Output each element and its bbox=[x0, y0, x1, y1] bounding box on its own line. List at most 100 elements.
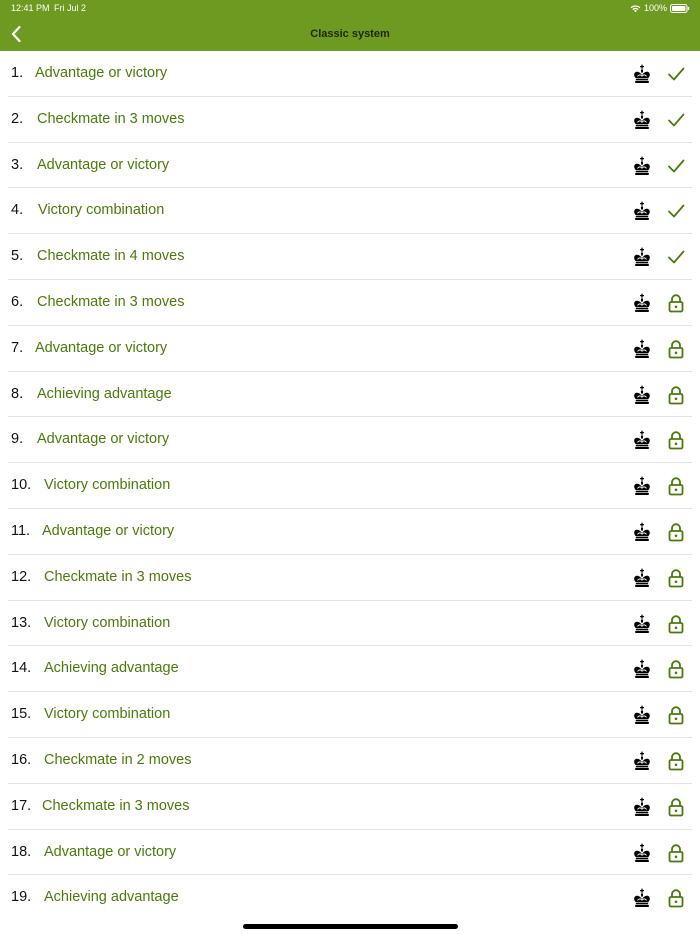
lock-icon bbox=[668, 660, 684, 679]
puzzle-number: 6. bbox=[11, 293, 24, 310]
checkmark-icon bbox=[668, 159, 685, 172]
puzzle-title: Victory combination bbox=[44, 477, 171, 494]
puzzle-row[interactable]: 19. Achieving advantage bbox=[0, 875, 700, 921]
home-indicator bbox=[243, 924, 458, 929]
puzzle-title: Advantage or victory bbox=[35, 339, 168, 356]
puzzle-row[interactable]: 5. Checkmate in 4 moves bbox=[0, 234, 700, 280]
puzzle-row[interactable]: 17. Checkmate in 3 moves bbox=[0, 784, 700, 830]
king-icon bbox=[634, 843, 650, 862]
puzzle-row[interactable]: 12. Checkmate in 3 moves bbox=[0, 555, 700, 601]
puzzle-number: 1. bbox=[11, 65, 24, 81]
lock-icon bbox=[668, 477, 684, 496]
king-icon bbox=[634, 201, 650, 221]
puzzle-title: Achieving advantage bbox=[44, 889, 179, 906]
puzzle-list: 1. Advantage or victory 2. Checkmate in 3 m… bbox=[0, 51, 700, 921]
puzzle-number: 8. bbox=[11, 385, 24, 402]
lock-icon bbox=[668, 706, 684, 725]
king-icon bbox=[634, 247, 650, 267]
puzzle-number: 14. bbox=[11, 660, 32, 677]
lock-icon bbox=[668, 843, 684, 862]
checkmark-icon bbox=[668, 250, 685, 264]
puzzle-title: Achieving advantage bbox=[44, 660, 179, 677]
king-icon bbox=[634, 64, 650, 83]
puzzle-row[interactable]: 11. Advantage or victory bbox=[0, 509, 700, 555]
status-bar: 12:41 PM Fri Jul 2 100% bbox=[0, 0, 700, 17]
battery-percent: 100% bbox=[643, 3, 667, 13]
page-title: Classic system bbox=[310, 28, 390, 40]
king-icon bbox=[634, 110, 650, 129]
king-icon bbox=[634, 659, 650, 679]
puzzle-title: Checkmate in 3 moves bbox=[42, 797, 190, 814]
puzzle-title: Checkmate in 2 moves bbox=[44, 751, 192, 768]
status-time: 12:41 PM bbox=[11, 3, 50, 13]
king-icon bbox=[634, 614, 650, 633]
puzzle-row[interactable]: 14. Achieving advantage bbox=[0, 646, 700, 692]
puzzle-row[interactable]: 4. Victory combination bbox=[0, 188, 700, 234]
king-icon bbox=[634, 430, 650, 450]
puzzle-number: 10. bbox=[11, 477, 32, 494]
lock-icon bbox=[668, 523, 684, 542]
puzzle-row[interactable]: 1. Advantage or victory bbox=[0, 51, 700, 97]
puzzle-number: 12. bbox=[11, 568, 32, 585]
king-icon bbox=[634, 522, 650, 541]
lock-icon bbox=[668, 340, 684, 359]
puzzle-row[interactable]: 8. Achieving advantage bbox=[0, 372, 700, 418]
puzzle-number: 11. bbox=[11, 522, 31, 539]
puzzle-number: 16. bbox=[11, 751, 32, 768]
lock-icon bbox=[668, 569, 684, 588]
puzzle-row[interactable]: 3. Advantage or victory bbox=[0, 143, 700, 189]
puzzle-row[interactable]: 6. Checkmate in 3 moves bbox=[0, 280, 700, 326]
chevron-left-icon bbox=[11, 25, 21, 43]
puzzle-row[interactable]: 16. Checkmate in 2 moves bbox=[0, 738, 700, 784]
puzzle-title: Checkmate in 4 moves bbox=[37, 248, 185, 265]
puzzle-title: Advantage or victory bbox=[44, 843, 177, 860]
back-button[interactable] bbox=[4, 21, 28, 47]
king-icon bbox=[634, 797, 650, 816]
puzzle-row[interactable]: 9. Advantage or victory bbox=[0, 417, 700, 463]
puzzle-number: 18. bbox=[11, 843, 32, 860]
puzzle-number: 3. bbox=[11, 156, 24, 173]
king-icon bbox=[634, 476, 650, 496]
puzzle-row[interactable]: 18. Advantage or victory bbox=[0, 830, 700, 876]
puzzle-row[interactable]: 7. Advantage or victory bbox=[0, 326, 700, 372]
puzzle-number: 19. bbox=[11, 889, 32, 906]
puzzle-row[interactable]: 10. Victory combination bbox=[0, 463, 700, 509]
puzzle-number: 7. bbox=[11, 339, 24, 356]
puzzle-title: Checkmate in 3 moves bbox=[37, 110, 185, 127]
puzzle-title: Advantage or victory bbox=[37, 431, 170, 448]
puzzle-number: 9. bbox=[11, 431, 24, 448]
puzzle-row[interactable]: 13. Victory combination bbox=[0, 601, 700, 647]
puzzle-row[interactable]: 15. Victory combination bbox=[0, 692, 700, 738]
lock-icon bbox=[668, 294, 684, 313]
battery-icon bbox=[670, 4, 690, 13]
puzzle-row[interactable]: 2. Checkmate in 3 moves bbox=[0, 97, 700, 143]
puzzle-number: 13. bbox=[11, 614, 32, 631]
checkmark-icon bbox=[668, 113, 685, 127]
puzzle-title: Victory combination bbox=[44, 614, 171, 631]
puzzle-title: Checkmate in 3 moves bbox=[37, 293, 185, 310]
puzzle-title: Achieving advantage bbox=[37, 385, 172, 402]
puzzle-number: 2. bbox=[11, 110, 24, 127]
lock-icon bbox=[668, 385, 684, 404]
lock-icon bbox=[668, 798, 684, 817]
status-date: Fri Jul 2 bbox=[54, 3, 87, 13]
lock-icon bbox=[668, 889, 684, 908]
king-icon bbox=[634, 385, 650, 404]
puzzle-title: Advantage or victory bbox=[35, 65, 168, 81]
king-icon bbox=[634, 705, 650, 725]
status-indicators: 100% bbox=[630, 0, 690, 17]
puzzle-title: Victory combination bbox=[38, 202, 165, 219]
puzzle-number: 17. bbox=[11, 797, 32, 814]
puzzle-title: Victory combination bbox=[44, 706, 171, 723]
wifi-icon bbox=[630, 5, 641, 13]
puzzle-title: Advantage or victory bbox=[42, 522, 175, 539]
king-icon bbox=[634, 568, 650, 587]
king-icon bbox=[634, 293, 650, 312]
king-icon bbox=[634, 888, 650, 908]
lock-icon bbox=[668, 752, 684, 771]
puzzle-number: 15. bbox=[11, 706, 32, 723]
lock-icon bbox=[668, 614, 684, 633]
puzzle-number: 4. bbox=[11, 202, 24, 219]
king-icon bbox=[634, 751, 650, 770]
puzzle-number: 5. bbox=[11, 248, 24, 265]
